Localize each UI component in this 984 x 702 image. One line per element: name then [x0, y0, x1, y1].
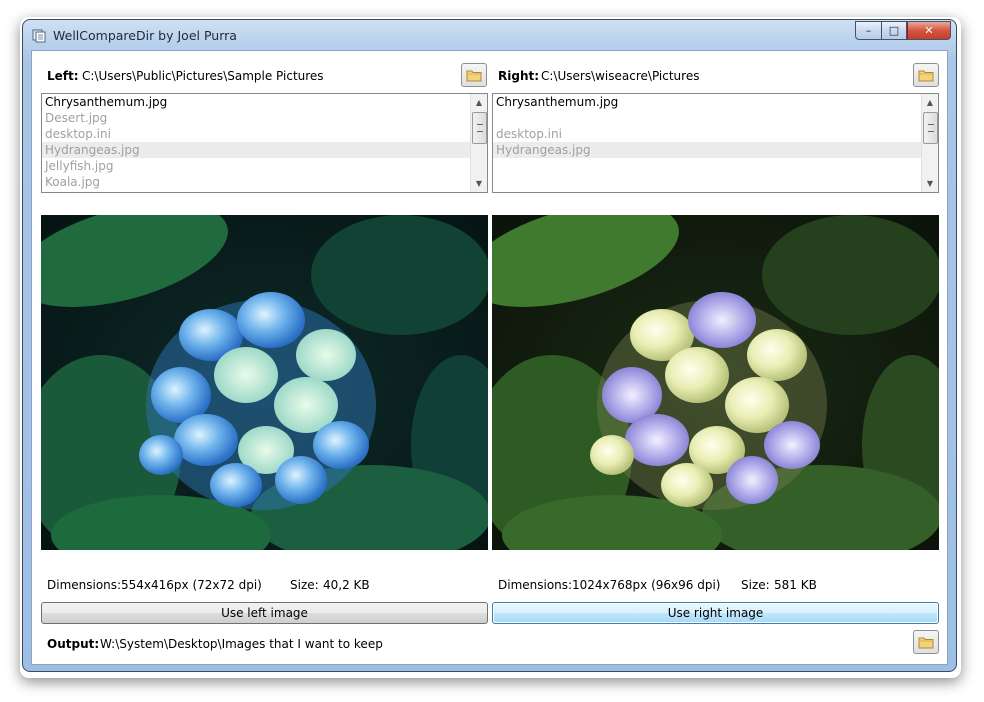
list-item[interactable]: Koala.jpg [42, 174, 487, 190]
left-browse-button[interactable] [461, 63, 487, 87]
scroll-thumb[interactable] [472, 112, 487, 144]
app-icon [32, 29, 46, 43]
scroll-thumb[interactable] [923, 112, 938, 144]
folder-icon [918, 70, 934, 82]
scroll-up-icon[interactable]: ▲ [922, 94, 938, 111]
right-dimensions-label: Dimensions: [498, 578, 573, 592]
scroll-down-icon[interactable]: ▼ [922, 175, 938, 192]
list-item[interactable]: desktop.ini [42, 126, 487, 142]
maximize-icon: □ [888, 24, 900, 37]
right-scrollbar[interactable]: ▲ ▼ [921, 94, 938, 192]
right-file-list[interactable]: Chrysanthemum.jpg desktop.ini Hydrangeas… [492, 93, 939, 193]
list-item[interactable]: Chrysanthemum.jpg [42, 94, 487, 110]
maximize-button[interactable]: □ [881, 21, 907, 40]
left-path: C:\Users\Public\Pictures\Sample Pictures [82, 69, 324, 83]
right-size-label: Size: [741, 578, 770, 592]
folder-icon [918, 637, 934, 649]
right-image-preview [492, 215, 939, 550]
left-scrollbar[interactable]: ▲ ▼ [470, 94, 487, 192]
hydrangea-photo-left [41, 215, 488, 550]
right-size-value: 581 KB [774, 578, 817, 592]
list-item-selected[interactable]: Hydrangeas.jpg [42, 142, 487, 158]
close-button[interactable]: ✕ [907, 21, 951, 40]
left-dimensions-value: 554x416px (72x72 dpi) [121, 578, 262, 592]
left-label: Left: [47, 69, 79, 83]
scroll-up-icon[interactable]: ▲ [471, 94, 487, 111]
window-title: WellCompareDir by Joel Purra [53, 28, 237, 43]
minimize-icon: – [865, 24, 872, 37]
folder-icon [466, 70, 482, 82]
hydrangea-photo-right [492, 215, 939, 550]
list-item[interactable]: Desert.jpg [42, 110, 487, 126]
left-file-list[interactable]: Chrysanthemum.jpg Desert.jpg desktop.ini… [41, 93, 488, 193]
output-label: Output: [47, 637, 100, 651]
left-size-value: 40,2 KB [323, 578, 370, 592]
use-right-image-button[interactable]: Use right image [492, 602, 939, 624]
list-item[interactable]: desktop.ini [493, 126, 938, 142]
minimize-button[interactable]: – [855, 21, 881, 40]
left-image-preview [41, 215, 488, 550]
client-area: Left: C:\Users\Public\Pictures\Sample Pi… [31, 50, 948, 665]
list-item[interactable]: Chrysanthemum.jpg [493, 94, 938, 110]
list-item-selected[interactable]: Hydrangeas.jpg [493, 142, 938, 158]
close-icon: ✕ [924, 24, 934, 37]
output-path: W:\System\Desktop\Images that I want to … [100, 637, 383, 651]
list-item[interactable]: Jellyfish.jpg [42, 158, 487, 174]
list-item-empty[interactable] [493, 110, 938, 126]
right-path: C:\Users\wiseacre\Pictures [541, 69, 700, 83]
right-label: Right: [498, 69, 540, 83]
scroll-down-icon[interactable]: ▼ [471, 175, 487, 192]
right-dimensions-value: 1024x768px (96x96 dpi) [572, 578, 721, 592]
use-left-image-button[interactable]: Use left image [41, 602, 488, 624]
left-size-label: Size: [290, 578, 319, 592]
output-browse-button[interactable] [913, 630, 939, 654]
app-window: WellCompareDir by Joel Purra – □ ✕ Left:… [22, 19, 957, 672]
right-browse-button[interactable] [913, 63, 939, 87]
caption-buttons: – □ ✕ [855, 21, 951, 40]
left-dimensions-label: Dimensions: [47, 578, 122, 592]
title-bar[interactable]: WellCompareDir by Joel Purra – □ ✕ [23, 20, 956, 50]
